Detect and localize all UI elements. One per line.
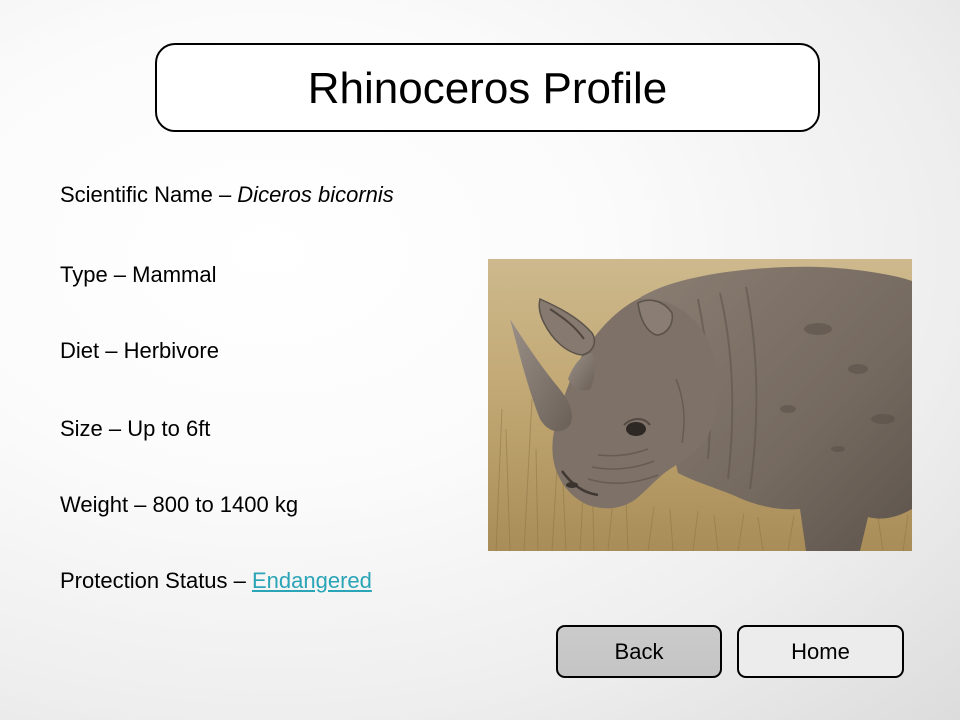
diet-line: Diet – Herbivore [60, 338, 219, 363]
type-line: Type – Mammal [60, 262, 217, 287]
scientific-name-line: Scientific Name – Diceros bicornis [60, 182, 394, 208]
back-button[interactable]: Back [556, 625, 722, 678]
weight-line: Weight – 800 to 1400 kg [60, 492, 299, 517]
home-button[interactable]: Home [737, 625, 904, 678]
protection-status-label: Protection Status – [60, 568, 252, 593]
page-title: Rhinoceros Profile [307, 63, 668, 113]
back-button-label: Back [614, 638, 664, 664]
endangered-link[interactable]: Endangered [252, 568, 372, 593]
rhino-photo [488, 259, 912, 551]
protection-status-line: Protection Status – Endangered [60, 568, 372, 594]
size-line: Size – Up to 6ft [60, 416, 211, 441]
home-button-label: Home [791, 638, 850, 664]
scientific-name-value: Diceros bicornis [237, 182, 394, 207]
title-banner: Rhinoceros Profile [155, 43, 820, 132]
scientific-name-label: Scientific Name – [60, 182, 238, 207]
